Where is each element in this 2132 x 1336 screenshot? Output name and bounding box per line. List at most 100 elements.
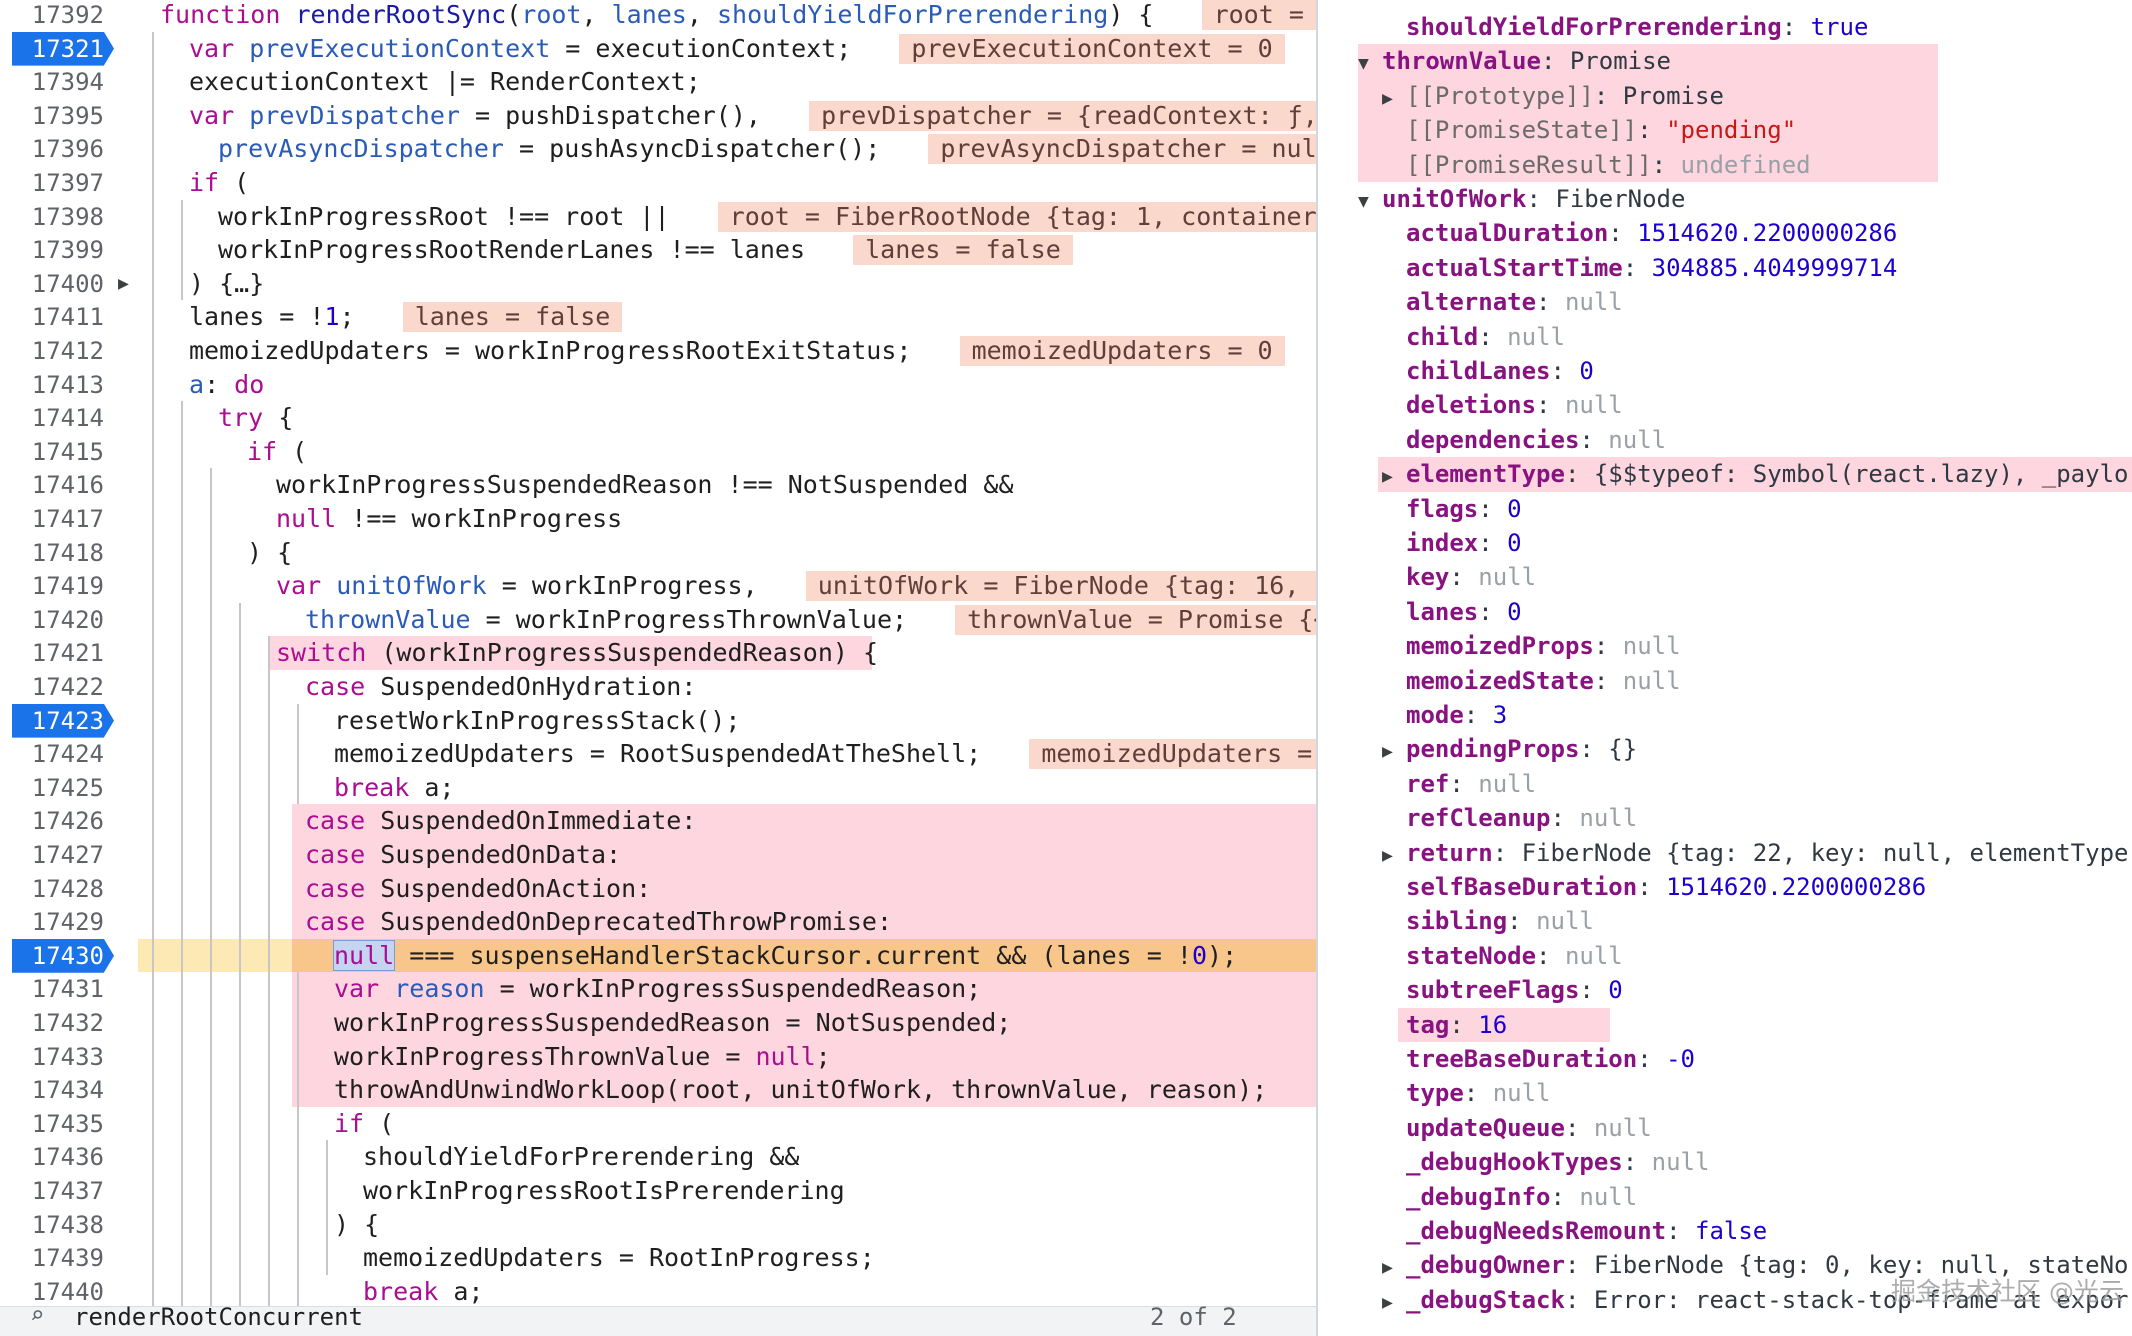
- property-value: null: [1536, 907, 1594, 936]
- breakpoint-line-number[interactable]: 17423: [12, 703, 114, 738]
- code-line: workInProgressRoot !== root || root = Fi…: [218, 200, 1316, 234]
- code-line: if (: [247, 436, 308, 466]
- code-line: memoizedUpdaters = workInProgressRootExi…: [189, 334, 1285, 368]
- scope-property-row: childLanes: 0: [1406, 357, 1594, 385]
- property-key: alternate: [1406, 288, 1537, 317]
- line-number[interactable]: 17418: [0, 536, 110, 570]
- line-number[interactable]: 17432: [0, 1006, 110, 1040]
- line-number[interactable]: 17394: [0, 65, 110, 99]
- expand-toggle-icon[interactable]: ▶: [1382, 460, 1406, 494]
- search-icon: ⌕: [30, 1301, 45, 1329]
- line-number[interactable]: 17400: [0, 267, 110, 301]
- code-line: case SuspendedOnAction:: [305, 873, 652, 903]
- code-line: case SuspendedOnDeprecatedThrowPromise:: [305, 907, 893, 937]
- line-number[interactable]: 17428: [0, 872, 110, 906]
- property-key: childLanes: [1406, 357, 1551, 385]
- scope-property-row: treeBaseDuration: -0: [1406, 1045, 1695, 1073]
- line-number[interactable]: 17435: [0, 1107, 110, 1141]
- line-number[interactable]: 17411: [0, 300, 110, 334]
- line-number[interactable]: 17427: [0, 838, 110, 872]
- scope-property-row: refCleanup: null: [1406, 804, 1638, 833]
- line-number[interactable]: 17396: [0, 132, 110, 166]
- scope-property-row: tag: 16: [1406, 1010, 1508, 1039]
- indent-guide: [297, 703, 299, 805]
- property-key: _debugHookTypes: [1406, 1148, 1623, 1177]
- indent-guide: [210, 468, 212, 1336]
- property-value: false: [1695, 1217, 1768, 1245]
- indent-guide: [297, 972, 299, 1336]
- line-number[interactable]: 17439: [0, 1241, 110, 1275]
- line-number[interactable]: 17438: [0, 1208, 110, 1242]
- scope-property-row[interactable]: ▶ return: FiberNode {tag: 22, key: null, …: [1382, 836, 2128, 873]
- line-number[interactable]: 17424: [0, 737, 110, 771]
- scope-property-row[interactable]: ▶ elementType: {$$typeof: Symbol(react.la…: [1382, 457, 2128, 494]
- code-line: case SuspendedOnImmediate:: [305, 806, 697, 836]
- line-number[interactable]: 17397: [0, 166, 110, 200]
- expand-toggle-icon[interactable]: ▶: [1382, 82, 1406, 116]
- expand-toggle-icon[interactable]: ▼: [1358, 47, 1382, 81]
- line-number[interactable]: 17425: [0, 771, 110, 805]
- scope-property-row[interactable]: ▶ [[Prototype]]: Promise: [1382, 79, 1724, 116]
- property-value: Promise: [1569, 47, 1672, 76]
- line-number[interactable]: 17399: [0, 233, 110, 267]
- breakpoint-line-number[interactable]: 17321: [12, 31, 114, 66]
- scope-property-row: flags: 0: [1406, 494, 1522, 523]
- expand-toggle-icon[interactable]: ▶: [1382, 735, 1406, 769]
- line-number[interactable]: 17436: [0, 1140, 110, 1174]
- code-line: throwAndUnwindWorkLoop(root, unitOfWork,…: [334, 1075, 1268, 1105]
- property-key: selfBaseDuration: [1406, 873, 1638, 901]
- expand-toggle-icon[interactable]: ▼: [1358, 185, 1382, 219]
- line-number[interactable]: 17434: [0, 1073, 110, 1107]
- line-number[interactable]: 17429: [0, 905, 110, 939]
- property-value: 0: [1507, 494, 1522, 523]
- property-value: "pending": [1666, 116, 1797, 145]
- expand-toggle-icon[interactable]: ▶: [1382, 839, 1406, 873]
- indent-guide: [181, 401, 183, 1336]
- line-number[interactable]: 17413: [0, 368, 110, 402]
- scope-property-row[interactable]: ▼ thrownValue: Promise: [1358, 44, 1671, 81]
- line-number[interactable]: 17437: [0, 1174, 110, 1208]
- scope-property-row: child: null: [1406, 322, 1565, 351]
- search-input[interactable]: renderRootConcurrent: [74, 1303, 363, 1331]
- scope-property-row[interactable]: ▼ unitOfWork: FiberNode: [1358, 182, 1685, 219]
- line-number[interactable]: 17398: [0, 200, 110, 234]
- line-number[interactable]: 17431: [0, 972, 110, 1006]
- code-line: null === suspenseHandlerStackCursor.curr…: [332, 939, 1238, 971]
- search-bar[interactable]: ⌕ renderRootConcurrent 2 of 2: [0, 1301, 1316, 1336]
- line-number[interactable]: 17419: [0, 569, 110, 603]
- code-line: var prevDispatcher = pushDispatcher(), p…: [189, 99, 1316, 133]
- property-key: flags: [1406, 494, 1479, 523]
- line-number[interactable]: 17433: [0, 1040, 110, 1074]
- line-number[interactable]: 17417: [0, 502, 110, 536]
- line-number[interactable]: 17415: [0, 435, 110, 469]
- line-number[interactable]: 17392: [0, 0, 110, 32]
- line-number[interactable]: 17414: [0, 401, 110, 435]
- expand-toggle-icon[interactable]: ▶: [1382, 1251, 1406, 1285]
- scope-property-row: _debugHookTypes: null: [1406, 1148, 1710, 1177]
- property-value: null: [1651, 1148, 1710, 1177]
- line-number[interactable]: 17421: [0, 636, 110, 670]
- scope-property-row[interactable]: ▶ pendingProps: {}: [1382, 732, 1637, 769]
- fold-toggle-icon[interactable]: ▶: [118, 267, 129, 301]
- line-number[interactable]: 17420: [0, 603, 110, 637]
- indent-guide: [239, 602, 241, 1336]
- line-number[interactable]: 17416: [0, 468, 110, 502]
- code-line: var prevExecutionContext = executionCont…: [189, 32, 1285, 66]
- line-number[interactable]: 17412: [0, 334, 110, 368]
- code-line: workInProgressThrownValue = null;: [334, 1041, 831, 1071]
- breakpoint-line-number[interactable]: 17430: [12, 938, 114, 973]
- code-line: var unitOfWork = workInProgress, unitOfW…: [276, 569, 1316, 603]
- code-line: break a;: [363, 1276, 484, 1306]
- property-key: _debugOwner: [1406, 1251, 1565, 1280]
- expand-toggle-icon[interactable]: ▶: [1382, 1286, 1406, 1320]
- line-number[interactable]: 17426: [0, 804, 110, 838]
- property-value: null: [1593, 1113, 1652, 1142]
- line-number[interactable]: 17395: [0, 99, 110, 133]
- code-line: try {: [218, 403, 294, 433]
- code-line: case SuspendedOnHydration:: [305, 672, 697, 701]
- property-key: unitOfWork: [1382, 185, 1527, 213]
- scope-property-row: memoizedState: null: [1406, 666, 1681, 695]
- code-line: prevAsyncDispatcher = pushAsyncDispatche…: [218, 132, 1316, 166]
- property-key: key: [1406, 563, 1450, 592]
- line-number[interactable]: 17422: [0, 670, 110, 704]
